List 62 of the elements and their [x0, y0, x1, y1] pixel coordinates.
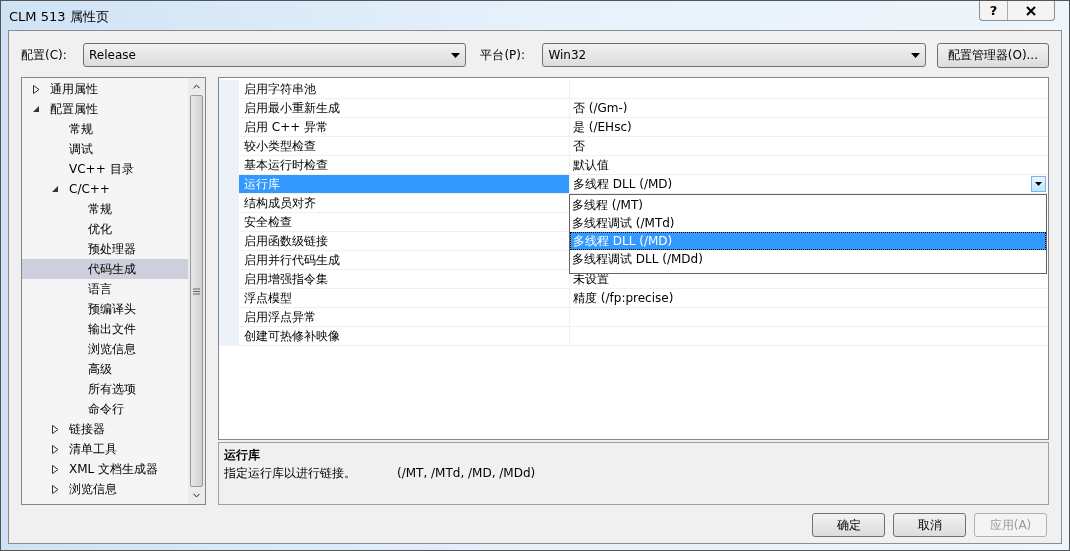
property-value: 精度 (/fp:precise)	[572, 290, 675, 307]
dropdown-arrow-icon	[1035, 182, 1042, 186]
tree-item[interactable]: 预编译头	[88, 300, 136, 318]
collapsed-triangle-icon[interactable]	[51, 464, 59, 474]
dropdown-button[interactable]	[1031, 176, 1046, 192]
tree-item[interactable]: 配置属性	[50, 100, 98, 118]
grip-icon	[193, 287, 200, 295]
description-text: 指定运行库以进行链接。	[224, 465, 357, 482]
tree-item[interactable]: VC++ 目录	[69, 160, 134, 178]
tree-item[interactable]: 通用属性	[50, 80, 98, 98]
property-value: 默认值	[572, 157, 610, 174]
property-name[interactable]: 启用最小重新生成	[239, 99, 570, 117]
runtime-library-dropdown[interactable]: 多线程 DLL (/MD)	[570, 175, 1048, 193]
description-title: 运行库	[224, 447, 261, 464]
tree-item[interactable]: 预处理器	[88, 240, 136, 258]
window-title: CLM 513 属性页	[9, 8, 109, 26]
scrollbar[interactable]	[188, 78, 205, 504]
platform-dropdown[interactable]: Win32	[542, 43, 926, 67]
property-name[interactable]: 较小类型检查	[239, 137, 570, 155]
tree-item[interactable]: 清单工具	[69, 440, 117, 458]
tree-item[interactable]: C/C++	[69, 180, 110, 198]
description-switches: (/MT, /MTd, /MD, /MDd)	[397, 465, 536, 482]
property-name[interactable]: 启用浮点异常	[239, 308, 570, 326]
tree-item[interactable]: 浏览信息	[88, 340, 136, 358]
tree-item[interactable]: 高级	[88, 360, 112, 378]
tree-item[interactable]: 优化	[88, 220, 112, 238]
property-name[interactable]: 启用 C++ 异常	[239, 118, 570, 136]
expanded-triangle-icon[interactable]	[51, 185, 59, 193]
dropdown-option[interactable]: 多线程调试 (/MTd)	[570, 214, 1046, 232]
property-name[interactable]: 基本运行时检查	[239, 156, 570, 174]
tree-item[interactable]: 常规	[69, 120, 93, 138]
tree-item[interactable]: 调试	[69, 140, 93, 158]
collapsed-triangle-icon[interactable]	[51, 484, 59, 494]
tree-item[interactable]: 浏览信息	[69, 480, 117, 498]
dialog-button[interactable]: 确定	[812, 513, 885, 537]
tree-item[interactable]: 语言	[88, 280, 112, 298]
tree-item[interactable]: 常规	[88, 200, 112, 218]
tree-item[interactable]: 链接器	[69, 420, 105, 438]
dropdown-arrow-icon	[451, 52, 461, 58]
dialog-button[interactable]: 取消	[893, 513, 966, 537]
collapsed-triangle-icon[interactable]	[51, 444, 59, 454]
dropdown-option[interactable]: 多线程 (/MT)	[570, 196, 1046, 214]
tree-item[interactable]: XML 文档生成器	[69, 460, 159, 478]
property-name[interactable]: 浮点模型	[239, 289, 570, 307]
tree-item[interactable]: 所有选项	[88, 380, 136, 398]
configuration-dropdown[interactable]: Release	[83, 43, 467, 67]
field-label: 平台(P):	[480, 47, 527, 64]
property-value: 是 (/EHsc)	[572, 119, 633, 136]
property-name[interactable]: 创建可热修补映像	[239, 327, 570, 345]
collapsed-triangle-icon[interactable]	[51, 424, 59, 434]
dropdown-arrow-icon	[910, 52, 920, 58]
close-icon	[1026, 5, 1036, 16]
property-value: 否 (/Gm-)	[572, 100, 629, 117]
tree-item[interactable]: 输出文件	[88, 320, 136, 338]
collapsed-triangle-icon[interactable]	[32, 84, 40, 94]
expanded-triangle-icon[interactable]	[32, 105, 40, 113]
property-name[interactable]: 启用字符串池	[239, 80, 570, 98]
field-label: 配置(C):	[21, 47, 68, 64]
dropdown-option[interactable]: 多线程调试 DLL (/MDd)	[570, 250, 1046, 268]
property-value: 否	[572, 138, 586, 155]
config-manager-button[interactable]: 配置管理器(O)...	[936, 42, 1049, 68]
tree-item[interactable]: 命令行	[88, 400, 124, 418]
